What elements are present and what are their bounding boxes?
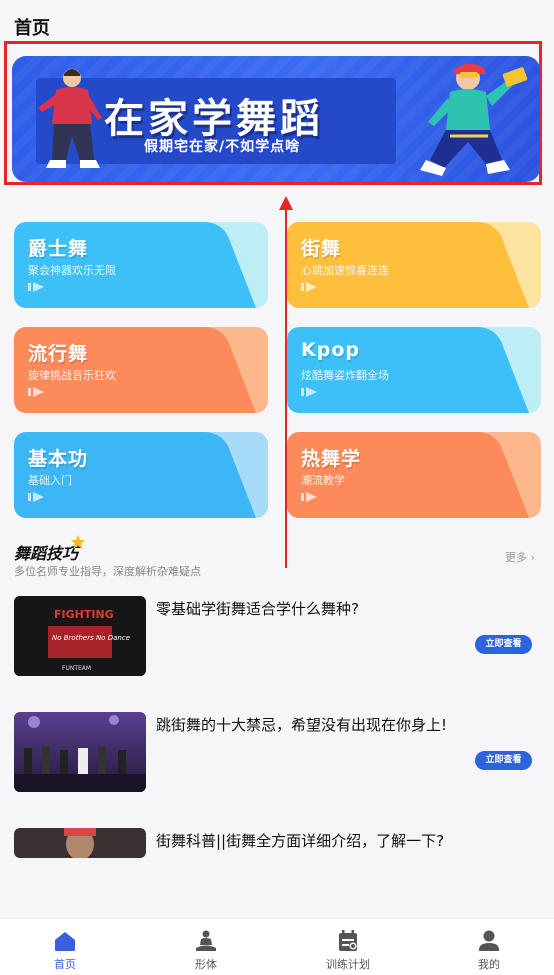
category-card-jazz[interactable]: 爵士舞 聚会神器欢乐无限 <box>14 222 268 308</box>
nav-label: 首页 <box>54 958 76 971</box>
article-thumbnail <box>14 712 146 792</box>
more-link[interactable]: 更多 › <box>505 549 535 565</box>
play-icon <box>28 282 44 292</box>
category-subtitle: 潮流教学 <box>301 474 345 487</box>
article-thumbnail <box>14 828 146 858</box>
category-card-kpop[interactable]: Kpop 炫酷舞姿炸翻全场 <box>287 327 541 413</box>
category-title: 流行舞 <box>28 343 89 365</box>
category-card-hiphop[interactable]: 街舞 心跳加速惊喜连连 <box>287 222 541 308</box>
meditation-icon <box>196 930 216 951</box>
category-subtitle: 旋律挑战音乐狂欢 <box>28 369 116 382</box>
article-item[interactable]: FIGHTING No Brothers No Dance FUNTEAM 零基… <box>14 596 540 676</box>
category-title: 爵士舞 <box>28 238 89 260</box>
nav-body[interactable]: 形体 <box>156 919 256 975</box>
category-title: 热舞学 <box>301 448 362 470</box>
thumb-text-slogan: No Brothers No Dance <box>52 634 130 642</box>
play-icon <box>301 387 317 397</box>
bottom-nav: 首页 形体 训练计划 我的 <box>0 918 554 975</box>
article-item[interactable]: 跳街舞的十大禁忌，希望没有出现在你身上! 立即查看 <box>14 712 540 792</box>
view-now-button[interactable]: 立即查看 <box>475 635 532 654</box>
category-subtitle: 聚会神器欢乐无限 <box>28 264 116 277</box>
nav-me[interactable]: 我的 <box>439 919 539 975</box>
view-now-button[interactable]: 立即查看 <box>475 751 532 770</box>
category-card-hotdance[interactable]: 热舞学 潮流教学 <box>287 432 541 518</box>
article-thumbnail: FIGHTING No Brothers No Dance FUNTEAM <box>14 596 146 676</box>
home-icon <box>55 932 75 951</box>
article-item[interactable]: 街舞科普||街舞全方面详细介绍，了解一下? <box>14 828 540 858</box>
thumb-text-team: FUNTEAM <box>62 665 91 672</box>
nav-home[interactable]: 首页 <box>15 919 115 975</box>
user-icon <box>479 930 499 951</box>
category-title: 街舞 <box>301 238 342 260</box>
category-subtitle: 心跳加速惊喜连连 <box>301 264 389 277</box>
play-icon <box>301 492 317 502</box>
nav-label: 训练计划 <box>326 958 370 971</box>
star-icon <box>71 535 85 549</box>
article-title: 街舞科普||街舞全方面详细介绍，了解一下? <box>156 832 445 850</box>
category-subtitle: 炫酷舞姿炸翻全场 <box>301 369 389 382</box>
calendar-icon <box>339 930 357 951</box>
section-title: 舞蹈技巧 <box>14 544 79 563</box>
play-icon <box>28 387 44 397</box>
category-card-pop[interactable]: 流行舞 旋律挑战音乐狂欢 <box>14 327 268 413</box>
category-title: 基本功 <box>28 448 89 470</box>
page-title: 首页 <box>14 18 50 39</box>
annotation-highlight-box <box>4 41 542 185</box>
article-title: 跳街舞的十大禁忌，希望没有出现在你身上! <box>156 716 448 734</box>
category-card-basics[interactable]: 基本功 基础入门 <box>14 432 268 518</box>
article-title: 零基础学街舞适合学什么舞种? <box>156 600 359 618</box>
thumb-text-fighting: FIGHTING <box>54 608 114 621</box>
play-icon <box>28 492 44 502</box>
play-icon <box>301 282 317 292</box>
category-subtitle: 基础入门 <box>28 474 72 487</box>
nav-training-plan[interactable]: 训练计划 <box>298 919 398 975</box>
section-subtitle: 多位名师专业指导，深度解析杂难疑点 <box>14 565 201 578</box>
nav-label: 我的 <box>478 958 500 971</box>
nav-label: 形体 <box>195 958 217 971</box>
category-title: Kpop <box>301 339 360 361</box>
